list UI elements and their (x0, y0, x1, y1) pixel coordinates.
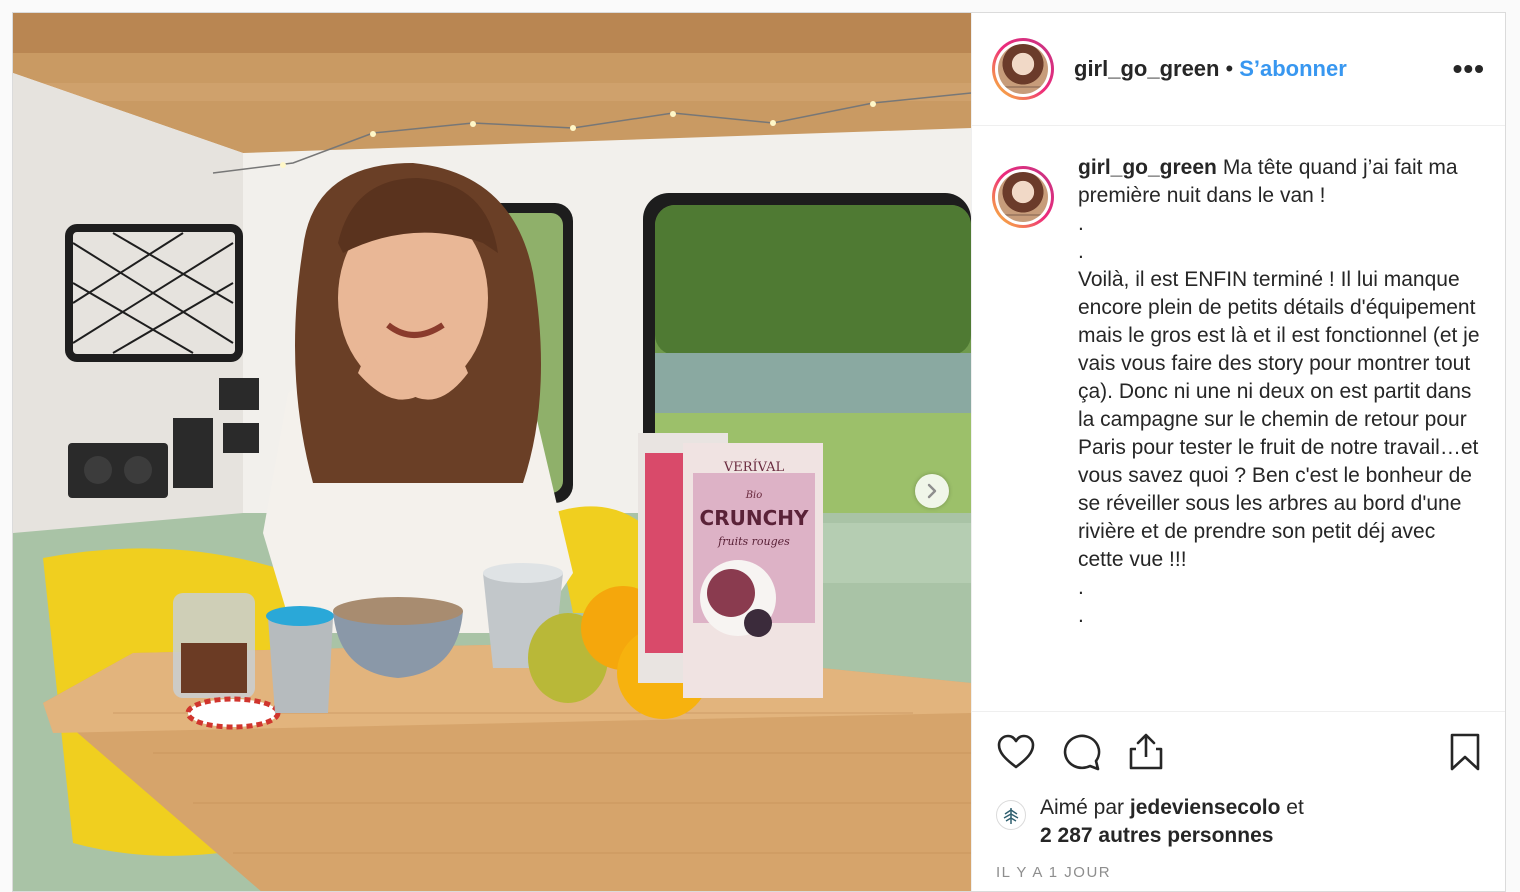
share-icon (1129, 733, 1163, 769)
box-sub-text: Bio (745, 490, 763, 501)
caption-dots-4: . (1078, 604, 1084, 627)
post-header: girl_go_green • S’abonner ••• (972, 13, 1505, 126)
follow-button[interactable]: S’abonner (1239, 56, 1347, 82)
like-button[interactable] (996, 734, 1036, 775)
comment-button[interactable] (1062, 733, 1102, 776)
liker-username-link[interactable]: jedeviensecolo (1130, 796, 1281, 819)
next-photo-button[interactable] (915, 474, 949, 508)
steel-cup (268, 618, 333, 713)
author-avatar[interactable] (992, 38, 1054, 100)
caption-dots-1: . (1078, 212, 1084, 235)
instagram-post: VERÍVAL Bio CRUNCHY fruits rouges girl_g… (12, 12, 1506, 892)
likes-prefix: Aimé par (1040, 796, 1125, 819)
chevron-right-icon (927, 483, 937, 499)
box-product-text: CRUNCHY (700, 506, 809, 530)
likes-others-link[interactable]: 2 287 autres personnes (1040, 824, 1273, 847)
box-brand-text: VERÍVAL (723, 459, 785, 475)
bookmark-icon (1450, 733, 1480, 770)
box-flavor-text: fruits rouges (717, 535, 790, 548)
share-button[interactable] (1128, 733, 1164, 776)
likes-text: Aimé par jedeviensecolo et 2 287 autres … (1040, 794, 1304, 850)
author-username-link[interactable]: girl_go_green (1074, 56, 1219, 82)
caption-area: girl_go_green Ma tête quand j’ai fait ma … (972, 126, 1505, 711)
post-actions: Aimé par jedeviensecolo et 2 287 autres … (972, 711, 1505, 891)
caption-body: Voilà, il est ENFIN terminé ! Il lui man… (1078, 268, 1480, 571)
action-bar (996, 712, 1481, 776)
heart-icon (997, 734, 1035, 768)
caption-dots-2: . (1078, 240, 1084, 263)
liker-avatar[interactable] (996, 800, 1026, 830)
photo-illustration: VERÍVAL Bio CRUNCHY fruits rouges (13, 13, 971, 891)
caption-avatar[interactable] (992, 166, 1054, 228)
tree-logo-icon (1003, 808, 1019, 824)
likes-summary: Aimé par jedeviensecolo et 2 287 autres … (996, 794, 1481, 850)
avatar-image (998, 44, 1048, 94)
more-options-button[interactable]: ••• (1453, 55, 1485, 83)
caption-dots-3: . (1078, 576, 1084, 599)
caption-username-link[interactable]: girl_go_green (1078, 156, 1217, 179)
likes-suffix: et (1286, 796, 1304, 819)
post-photo[interactable]: VERÍVAL Bio CRUNCHY fruits rouges (13, 13, 971, 891)
power-outlets (68, 443, 168, 498)
post-side-panel: girl_go_green • S’abonner ••• girl_go_gr… (971, 13, 1505, 891)
avatar-image (998, 172, 1048, 222)
post-timestamp[interactable]: IL Y A 1 JOUR (996, 864, 1481, 881)
header-separator: • (1225, 56, 1234, 81)
post-caption: girl_go_green Ma tête quand j’ai fait ma … (1078, 154, 1483, 711)
comment-icon (1063, 734, 1101, 770)
save-button[interactable] (1449, 733, 1481, 776)
